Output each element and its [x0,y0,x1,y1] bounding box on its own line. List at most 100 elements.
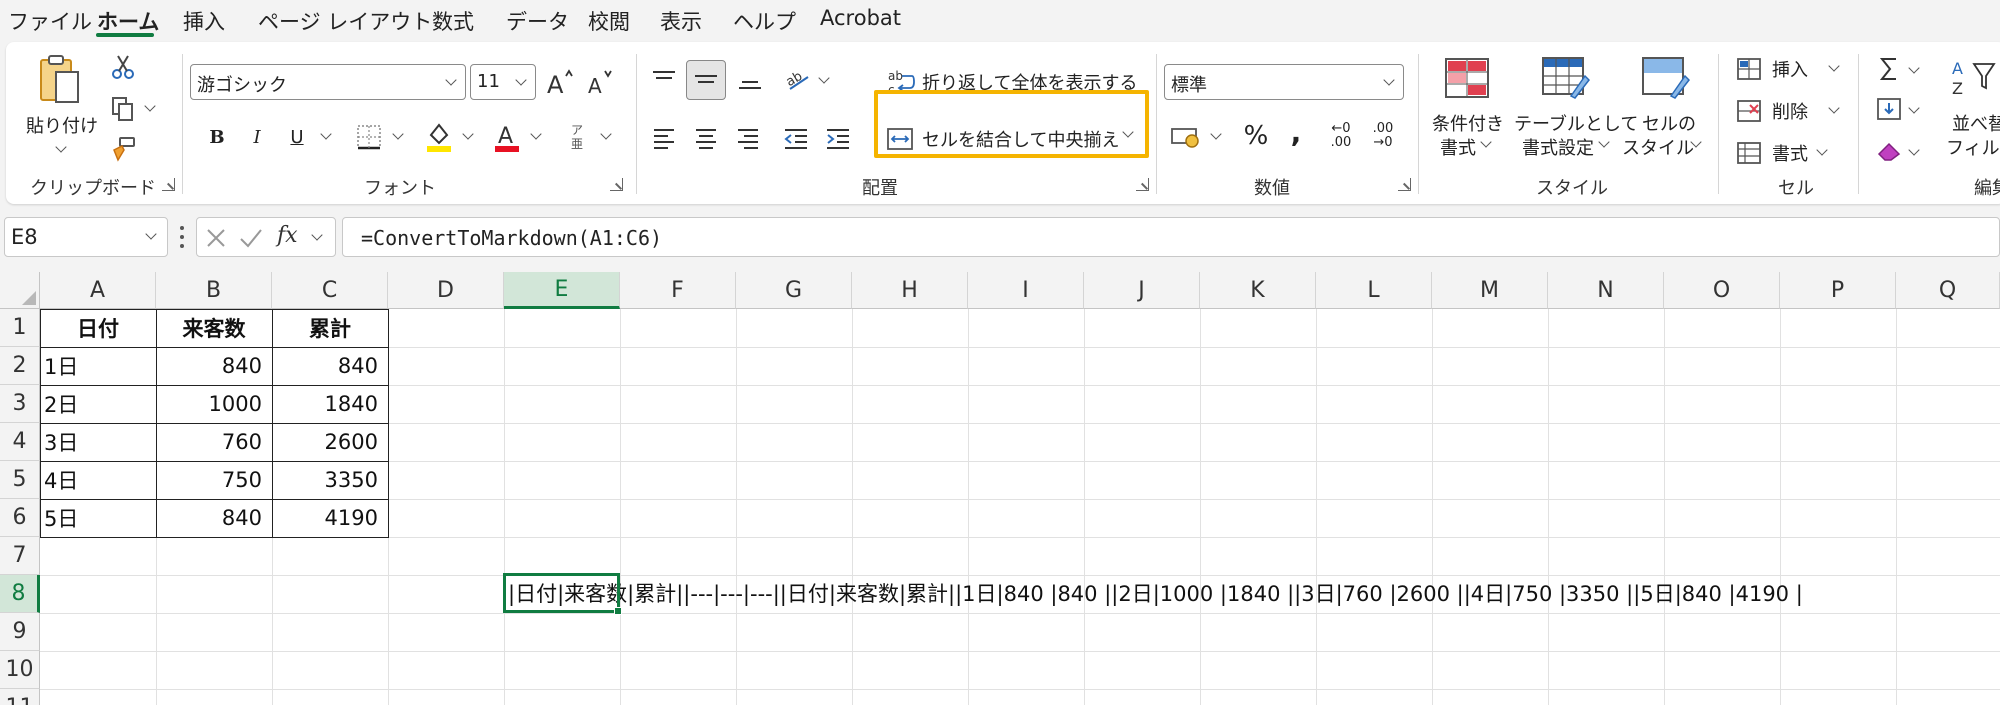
fill-chevron-down-icon[interactable] [1908,102,1920,114]
clear-chevron-down-icon[interactable] [1908,144,1920,156]
insert-function-button[interactable]: fx [277,223,298,248]
increase-indent-button[interactable] [820,120,856,156]
cell-b1[interactable]: 来客数 [156,309,272,347]
row-header-4[interactable]: 4 [0,423,40,461]
format-cells-button[interactable]: 書式 [1736,136,1856,170]
sort-filter-button[interactable]: A Z [1948,52,1998,104]
fill-color-chevron-down-icon[interactable] [462,128,474,140]
cell-b6[interactable]: 840 [156,499,272,537]
cell-c5[interactable]: 3350 [272,461,388,499]
formula-input[interactable]: =ConvertToMarkdown(A1:C6) [342,217,2000,257]
cancel-icon[interactable] [205,227,227,249]
table-chevron-down-icon[interactable] [1598,136,1610,148]
align-bottom-button[interactable] [732,62,768,98]
format-as-table-button[interactable] [1536,52,1596,104]
underline-button[interactable]: U [282,120,312,154]
row-header-9[interactable]: 9 [0,613,40,651]
clipboard-launcher-icon[interactable] [162,178,175,191]
tab-acrobat[interactable]: Acrobat [820,6,901,30]
align-right-button[interactable] [730,120,766,156]
cell-a6[interactable]: 5日 [40,499,156,537]
tab-review[interactable]: 校閲 [588,6,630,36]
name-box[interactable]: E8 [4,217,168,257]
tab-help[interactable]: ヘルプ [733,6,796,36]
column-header-h[interactable]: H [852,272,968,309]
autosum-button[interactable] [1874,54,1904,84]
column-header-g[interactable]: G [736,272,852,309]
bold-button[interactable]: B [202,120,232,154]
format-painter-button[interactable] [108,134,138,164]
comma-button[interactable]: , [1282,114,1310,150]
cell-a1[interactable]: 日付 [40,309,156,347]
cell-e8[interactable]: |日付|来客数|累計||---|---|---||日付|来客数|累計||1日|8… [508,574,1803,612]
align-middle-button[interactable] [686,60,726,100]
cell-b5[interactable]: 750 [156,461,272,499]
column-header-k[interactable]: K [1200,272,1316,309]
column-header-d[interactable]: D [388,272,504,309]
cell-c4[interactable]: 2600 [272,423,388,461]
increase-font-size-button[interactable]: A [542,64,578,100]
paste-chevron-down-icon[interactable] [55,141,67,153]
cut-button[interactable] [108,52,138,82]
fill-button[interactable] [1874,94,1904,124]
fill-handle[interactable] [614,607,622,615]
column-header-o[interactable]: O [1664,272,1780,309]
conditional-format-button[interactable] [1436,52,1498,104]
row-header-3[interactable]: 3 [0,385,40,423]
row-header-5[interactable]: 5 [0,461,40,499]
wrap-text-button[interactable]: ab c 折り返して全体を表示する [880,62,1140,102]
font-size-select[interactable]: 11 [470,64,536,100]
font-launcher-icon[interactable] [610,178,623,191]
cell-c1[interactable]: 累計 [272,309,388,347]
cell-c6[interactable]: 4190 [272,499,388,537]
increase-decimal-button[interactable]: ←0 .00 [1324,118,1358,154]
cell-styles-button[interactable] [1636,52,1696,104]
cell-b4[interactable]: 760 [156,423,272,461]
column-header-e[interactable]: E [504,272,620,309]
italic-button[interactable]: I [242,120,272,154]
row-header-2[interactable]: 2 [0,347,40,385]
font-name-select[interactable]: 游ゴシック [190,64,466,100]
orientation-button[interactable]: ab [780,62,816,98]
accounting-format-button[interactable] [1166,118,1206,154]
accounting-chevron-down-icon[interactable] [1210,128,1222,140]
cell-a3[interactable]: 2日 [40,385,156,423]
clear-button[interactable] [1874,136,1904,166]
tab-view[interactable]: 表示 [660,6,702,36]
cell-b3[interactable]: 1000 [156,385,272,423]
phonetic-chevron-down-icon[interactable] [600,128,612,140]
merge-center-button[interactable]: セルを結合して中央揃え [880,120,1144,158]
enter-check-icon[interactable] [239,227,263,249]
borders-chevron-down-icon[interactable] [392,128,404,140]
column-header-f[interactable]: F [620,272,736,309]
tab-formulas[interactable]: 数式 [432,6,474,36]
tab-file[interactable]: ファイル [8,6,92,36]
align-top-button[interactable] [646,62,682,98]
column-header-j[interactable]: J [1084,272,1200,309]
copy-chevron-down-icon[interactable] [144,100,156,112]
row-header-8[interactable]: 8 [0,575,40,613]
column-header-a[interactable]: A [40,272,156,309]
autosum-chevron-down-icon[interactable] [1908,62,1920,74]
column-header-p[interactable]: P [1780,272,1896,309]
conditional-chevron-down-icon[interactable] [1480,136,1492,148]
row-header-6[interactable]: 6 [0,499,40,537]
delete-cells-button[interactable]: 削除 [1736,94,1866,128]
row-header-1[interactable]: 1 [0,309,40,347]
cell-a2[interactable]: 1日 [40,347,156,385]
decrease-indent-button[interactable] [778,120,814,156]
column-header-n[interactable]: N [1548,272,1664,309]
font-color-chevron-down-icon[interactable] [530,128,542,140]
cell-b2[interactable]: 840 [156,347,272,385]
font-color-button[interactable]: A [490,118,524,156]
cell-a4[interactable]: 3日 [40,423,156,461]
row-header-11[interactable]: 11 [0,689,40,705]
decrease-decimal-button[interactable]: .00 →0 [1366,118,1400,154]
fill-color-button[interactable] [422,118,456,156]
underline-chevron-down-icon[interactable] [320,128,332,140]
cell-a5[interactable]: 4日 [40,461,156,499]
column-header-b[interactable]: B [156,272,272,309]
percent-button[interactable]: % [1238,118,1274,154]
align-center-button[interactable] [688,120,724,156]
copy-button[interactable] [108,94,138,124]
